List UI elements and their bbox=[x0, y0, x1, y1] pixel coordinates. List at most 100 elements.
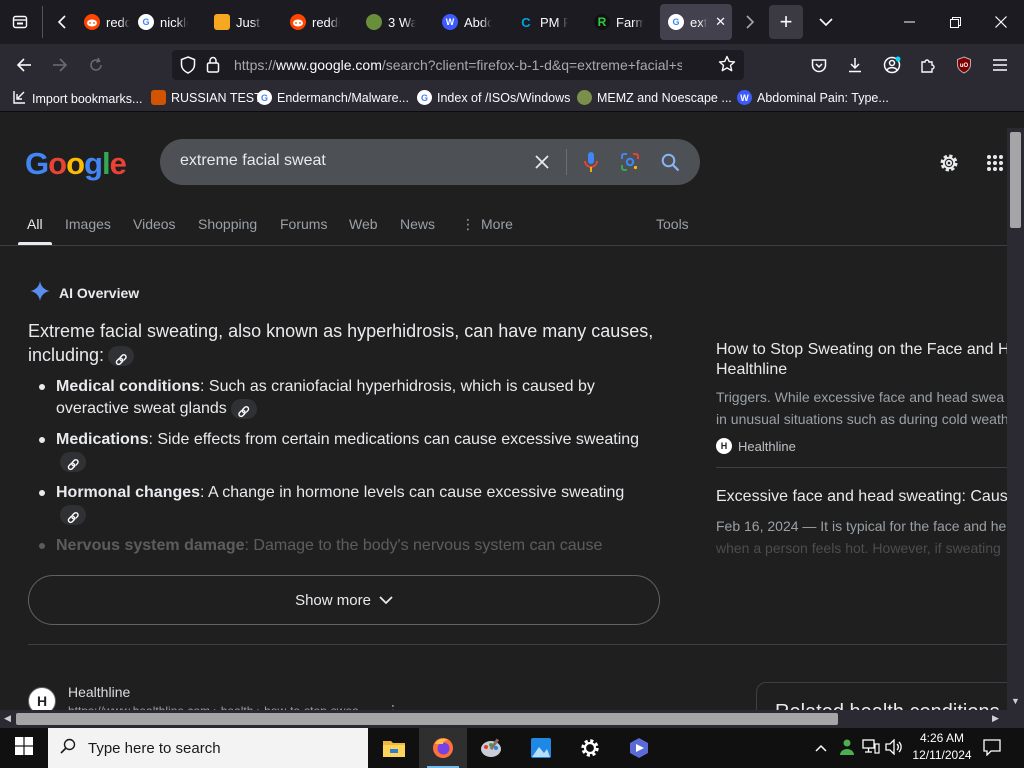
tools-button[interactable]: Tools bbox=[656, 216, 689, 232]
start-button[interactable] bbox=[0, 728, 48, 768]
scroll-tabs-left-icon[interactable] bbox=[46, 6, 78, 38]
google-icon: G bbox=[138, 14, 154, 30]
url-bar[interactable]: https://www.google.com/search?client=fir… bbox=[172, 50, 744, 80]
back-icon[interactable] bbox=[8, 49, 40, 81]
tab-8-active[interactable]: G ext ✕ bbox=[660, 4, 732, 40]
new-tab-button[interactable]: + bbox=[769, 5, 803, 39]
link-icon[interactable] bbox=[108, 346, 135, 367]
clear-search-icon[interactable] bbox=[529, 149, 555, 175]
account-icon[interactable] bbox=[876, 49, 908, 81]
downloads-icon[interactable] bbox=[839, 49, 871, 81]
close-window-icon[interactable] bbox=[978, 0, 1024, 44]
ublock-origin-icon[interactable]: uO bbox=[948, 49, 980, 81]
tab-videos[interactable]: Videos bbox=[133, 216, 176, 232]
tab-2[interactable]: Just a bbox=[206, 4, 268, 40]
tab-more[interactable]: ⋮ More bbox=[461, 216, 513, 233]
tab-7[interactable]: R Farm bbox=[586, 4, 650, 40]
scroll-left-arrow-icon[interactable]: ◀ bbox=[4, 713, 11, 724]
tab-shopping[interactable]: Shopping bbox=[198, 216, 257, 232]
show-hidden-icons-chevron-icon[interactable] bbox=[815, 739, 827, 755]
menu-icon[interactable] bbox=[984, 49, 1016, 81]
source-title[interactable]: Excessive face and head sweating: Caus bbox=[716, 487, 1016, 507]
paint-icon[interactable] bbox=[467, 728, 515, 768]
bookmark-star-icon[interactable] bbox=[718, 55, 736, 78]
bookmark-russian-test[interactable]: RUSSIAN TEST bbox=[151, 90, 262, 105]
tab-title: PM F bbox=[540, 14, 568, 30]
taskbar-search-box[interactable]: Type here to search bbox=[48, 728, 368, 768]
tab-news[interactable]: News bbox=[400, 216, 435, 232]
link-icon[interactable] bbox=[230, 398, 257, 419]
link-icon[interactable] bbox=[60, 451, 86, 472]
scroll-tabs-right-icon[interactable] bbox=[734, 6, 766, 38]
firefox-taskbar-icon[interactable] bbox=[419, 728, 467, 768]
reload-icon[interactable] bbox=[80, 49, 112, 81]
ai-overview-header: AI Overview bbox=[29, 280, 139, 305]
ai-sources-panel: How to Stop Sweating on the Face and H H… bbox=[700, 320, 1016, 578]
tab-title: Abdo bbox=[464, 14, 492, 30]
bookmark-abdominal-pain[interactable]: W Abdominal Pain: Type... bbox=[737, 90, 889, 105]
horizontal-scrollbar[interactable]: ◀ ▶ bbox=[0, 710, 1007, 728]
tab-3[interactable]: reddit bbox=[282, 4, 346, 40]
scroll-right-arrow-icon[interactable]: ▶ bbox=[992, 713, 999, 724]
source-snippet: Triggers. While excessive face and head … bbox=[716, 389, 1005, 405]
google-results-page: Google extreme facial sweat All Images V… bbox=[0, 112, 1024, 728]
tab-images[interactable]: Images bbox=[65, 216, 111, 232]
settings-app-icon[interactable] bbox=[566, 728, 614, 768]
source-title-cont[interactable]: Healthline bbox=[716, 360, 1016, 380]
show-more-button[interactable]: Show more bbox=[28, 575, 660, 625]
tab-web[interactable]: Web bbox=[349, 216, 378, 232]
lock-icon[interactable] bbox=[206, 56, 220, 78]
scroll-down-arrow-icon[interactable]: ▼ bbox=[1011, 696, 1020, 706]
forward-icon[interactable] bbox=[44, 49, 76, 81]
tab-4[interactable]: 3 Way bbox=[358, 4, 422, 40]
source-title[interactable]: How to Stop Sweating on the Face and H bbox=[716, 340, 1016, 360]
tab-5[interactable]: W Abdo bbox=[434, 4, 498, 40]
list-all-tabs-icon[interactable] bbox=[810, 6, 842, 38]
vertical-scroll-thumb[interactable] bbox=[1010, 132, 1021, 228]
photos-app-icon[interactable] bbox=[517, 728, 565, 768]
url-text[interactable]: https://www.google.com/search?client=fir… bbox=[234, 57, 682, 73]
tab-6[interactable]: C PM F bbox=[510, 4, 574, 40]
logo-letter: o bbox=[48, 146, 67, 181]
horizontal-scroll-thumb[interactable] bbox=[16, 713, 838, 725]
result-site-name[interactable]: Healthline bbox=[68, 684, 130, 700]
settings-gear-icon[interactable] bbox=[936, 150, 962, 176]
google-logo[interactable]: Google bbox=[25, 146, 127, 182]
tab-title: reddit bbox=[106, 14, 130, 30]
bookmark-index-isos[interactable]: G Index of /ISOs/Windows bbox=[417, 90, 570, 105]
volume-icon[interactable] bbox=[885, 738, 903, 758]
bookmark-endermanch[interactable]: G Endermanch/Malware... bbox=[257, 90, 409, 105]
close-tab-icon[interactable]: ✕ bbox=[715, 14, 726, 30]
source-site[interactable]: H Healthline bbox=[716, 438, 796, 454]
network-icon[interactable] bbox=[862, 739, 880, 758]
voice-search-icon[interactable] bbox=[578, 149, 604, 175]
tab-1[interactable]: G nickle bbox=[130, 4, 194, 40]
search-icon[interactable] bbox=[657, 149, 683, 175]
vertical-scrollbar[interactable]: ▼ bbox=[1007, 128, 1024, 728]
section-divider bbox=[28, 644, 1008, 645]
tab-0[interactable]: reddit bbox=[76, 4, 136, 40]
tracking-protection-shield-icon[interactable] bbox=[180, 56, 196, 79]
link-icon[interactable] bbox=[60, 504, 86, 525]
firefox-view-icon[interactable] bbox=[4, 6, 36, 38]
logo-letter: l bbox=[101, 146, 111, 181]
minimize-icon[interactable] bbox=[886, 0, 932, 44]
pocket-icon[interactable] bbox=[803, 49, 835, 81]
wikipedia-icon: W bbox=[442, 14, 458, 30]
clipchamp-icon[interactable] bbox=[615, 728, 663, 768]
google-apps-grid-icon[interactable] bbox=[982, 150, 1008, 176]
taskbar-clock[interactable]: 4:26 AM 12/11/2024 bbox=[910, 730, 974, 764]
restore-icon[interactable] bbox=[932, 0, 978, 44]
cloudflare-icon bbox=[214, 14, 230, 30]
notifications-icon[interactable] bbox=[983, 738, 1001, 759]
search-input[interactable]: extreme facial sweat bbox=[180, 152, 326, 170]
lens-search-icon[interactable] bbox=[617, 149, 643, 175]
search-box[interactable]: extreme facial sweat bbox=[160, 139, 700, 185]
people-icon[interactable] bbox=[838, 738, 856, 759]
extensions-icon[interactable] bbox=[912, 49, 944, 81]
bookmark-import[interactable]: Import bookmarks... bbox=[12, 90, 142, 107]
tab-forums[interactable]: Forums bbox=[280, 216, 327, 232]
bookmark-memz[interactable]: MEMZ and Noescape ... bbox=[577, 90, 732, 105]
tab-all[interactable]: All bbox=[27, 216, 43, 232]
file-explorer-icon[interactable] bbox=[370, 728, 418, 768]
